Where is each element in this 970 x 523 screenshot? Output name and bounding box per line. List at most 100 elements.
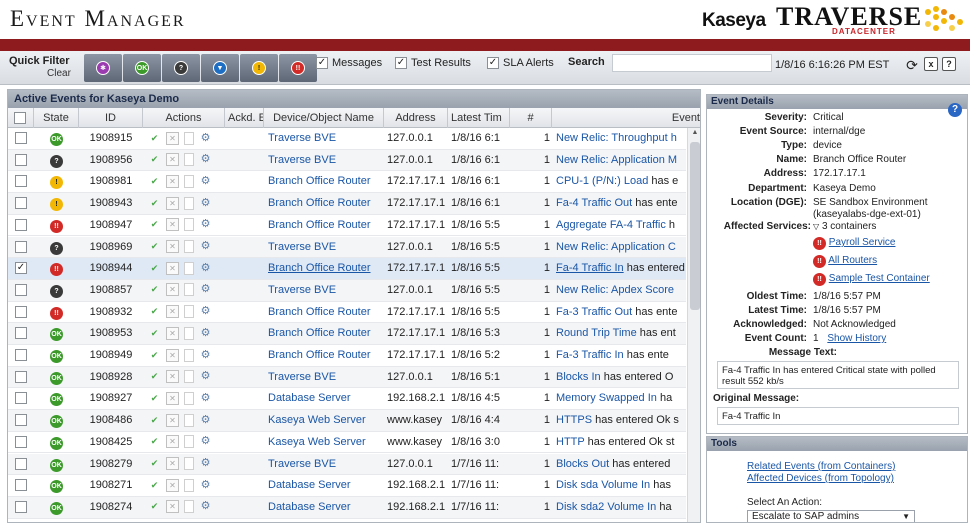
row-select-checkbox[interactable] bbox=[15, 349, 27, 362]
row-device-link[interactable]: Traverse BVE bbox=[268, 128, 384, 149]
row-checkbox[interactable] bbox=[15, 345, 31, 366]
row-checkbox[interactable]: ✓ bbox=[15, 258, 31, 279]
table-row[interactable]: ! 1908943 ✔ ✕ ⚙ Branch Office Router 172.17.17… bbox=[8, 193, 686, 215]
clear-event-icon[interactable]: ✕ bbox=[166, 500, 179, 514]
table-row[interactable]: OK 1908486 ✔ ✕ ⚙ Kaseya Web Server www.kasey 1/… bbox=[8, 410, 686, 432]
row-event-link[interactable]: Fa-3 Traffic In bbox=[556, 349, 624, 361]
row-event-link[interactable]: Round Trip Time bbox=[556, 327, 637, 339]
actions-gear-icon[interactable]: ⚙ bbox=[199, 305, 212, 318]
messages-checkbox[interactable]: ✓ bbox=[316, 57, 328, 69]
acknowledge-icon[interactable]: ✔ bbox=[148, 457, 161, 470]
affected-service-3[interactable]: !! Sample Test Container bbox=[813, 273, 930, 286]
column-count[interactable]: # bbox=[510, 108, 552, 128]
row-event-link[interactable]: Aggregate FA-4 Traffic bbox=[556, 219, 666, 231]
row-select-checkbox[interactable] bbox=[15, 218, 27, 231]
quick-filter-crit-button[interactable]: !! bbox=[279, 54, 317, 82]
clear-event-icon[interactable]: ✕ bbox=[166, 435, 179, 449]
quick-filter-pur-button[interactable]: ✱ bbox=[84, 54, 122, 82]
row-device-link[interactable]: Traverse BVE bbox=[268, 454, 384, 475]
acknowledge-icon[interactable]: ✔ bbox=[148, 262, 161, 275]
clear-event-icon[interactable]: ✕ bbox=[166, 240, 179, 254]
column-event[interactable]: Event bbox=[552, 108, 700, 128]
table-row[interactable]: ! 1908981 ✔ ✕ ⚙ Branch Office Router 172.17.17… bbox=[8, 171, 686, 194]
row-event-link[interactable]: CPU-1 (P/N:) Load bbox=[556, 175, 648, 187]
scroll-up-arrow-icon[interactable]: ▲ bbox=[690, 129, 700, 139]
row-select-checkbox[interactable] bbox=[15, 457, 27, 470]
annotate-icon[interactable] bbox=[184, 305, 194, 319]
select-all-checkbox[interactable] bbox=[14, 112, 26, 125]
row-event-link[interactable]: Disk sda Volume In bbox=[556, 479, 650, 491]
sla-alerts-filter[interactable]: ✓ SLA Alerts bbox=[487, 57, 554, 69]
row-device-link[interactable]: Kaseya Web Server bbox=[268, 432, 384, 453]
search-input[interactable] bbox=[612, 54, 772, 72]
details-help-icon[interactable]: ? bbox=[948, 103, 962, 117]
actions-gear-icon[interactable]: ⚙ bbox=[199, 197, 212, 210]
clear-event-icon[interactable]: ✕ bbox=[166, 261, 179, 275]
row-event-link[interactable]: Fa-4 Traffic Out bbox=[556, 197, 632, 209]
clear-event-icon[interactable]: ✕ bbox=[166, 413, 179, 427]
row-checkbox[interactable] bbox=[15, 150, 31, 171]
row-event-link[interactable]: New Relic: Application C bbox=[556, 241, 676, 253]
row-event-link[interactable]: HTTPS bbox=[556, 414, 592, 426]
actions-gear-icon[interactable]: ⚙ bbox=[199, 327, 212, 340]
refresh-icon[interactable]: ⟳ bbox=[904, 57, 920, 73]
row-device-link[interactable]: Kaseya Web Server bbox=[268, 410, 384, 431]
row-event-link[interactable]: Disk sda2 Volume In bbox=[556, 501, 656, 513]
clear-event-icon[interactable]: ✕ bbox=[166, 391, 179, 405]
quick-filter-info-button[interactable]: ▼ bbox=[201, 54, 239, 82]
affected-service-2[interactable]: !! All Routers bbox=[813, 255, 877, 268]
table-row[interactable]: ? 1908969 ✔ ✕ ⚙ Traverse BVE 127.0.0.1 1/8/16 5… bbox=[8, 236, 686, 259]
actions-gear-icon[interactable]: ⚙ bbox=[199, 218, 212, 231]
column-address[interactable]: Address bbox=[384, 108, 448, 128]
clear-event-icon[interactable]: ✕ bbox=[166, 348, 179, 362]
annotate-icon[interactable] bbox=[184, 478, 194, 492]
row-select-checkbox[interactable] bbox=[15, 305, 27, 318]
annotate-icon[interactable] bbox=[184, 261, 194, 275]
clear-event-icon[interactable]: ✕ bbox=[166, 370, 179, 384]
sla-alerts-checkbox[interactable]: ✓ bbox=[487, 57, 499, 69]
acknowledge-icon[interactable]: ✔ bbox=[148, 370, 161, 383]
row-checkbox[interactable] bbox=[15, 388, 31, 409]
row-event-link[interactable]: New Relic: Application M bbox=[556, 154, 677, 166]
table-row[interactable]: OK 1908425 ✔ ✕ ⚙ Kaseya Web Server www.kasey 1/… bbox=[8, 432, 686, 454]
clear-event-icon[interactable]: ✕ bbox=[166, 218, 179, 232]
clear-event-icon[interactable]: ✕ bbox=[166, 305, 179, 319]
row-device-link[interactable]: Traverse BVE bbox=[268, 280, 384, 301]
row-device-link[interactable]: Database Server bbox=[268, 497, 384, 518]
events-scrollbar[interactable]: ▲ bbox=[687, 128, 700, 522]
row-device-link[interactable]: Branch Office Router bbox=[268, 171, 384, 192]
actions-gear-icon[interactable]: ⚙ bbox=[199, 414, 212, 427]
table-row[interactable]: OK 1908949 ✔ ✕ ⚙ Branch Office Router 172.17.1… bbox=[8, 345, 686, 367]
row-select-checkbox[interactable] bbox=[15, 500, 27, 513]
acknowledge-icon[interactable]: ✔ bbox=[148, 283, 161, 296]
acknowledge-icon[interactable]: ✔ bbox=[148, 132, 161, 145]
row-device-link[interactable]: Database Server bbox=[268, 475, 384, 496]
acknowledge-icon[interactable]: ✔ bbox=[148, 153, 161, 166]
column-acknowledged[interactable]: Ackd. E bbox=[225, 108, 264, 128]
actions-gear-icon[interactable]: ⚙ bbox=[199, 262, 212, 275]
show-history-link[interactable]: Show History bbox=[827, 333, 886, 344]
close-filter-icon[interactable]: x bbox=[924, 57, 938, 71]
acknowledge-icon[interactable]: ✔ bbox=[148, 349, 161, 362]
row-select-checkbox[interactable] bbox=[15, 327, 27, 340]
actions-gear-icon[interactable]: ⚙ bbox=[199, 349, 212, 362]
table-row[interactable]: OK 1908274 ✔ ✕ ⚙ Database Server 192.168.2.1 1/… bbox=[8, 496, 686, 519]
row-event-link[interactable]: Blocks In bbox=[556, 371, 601, 383]
row-checkbox[interactable] bbox=[15, 193, 31, 214]
acknowledge-icon[interactable]: ✔ bbox=[148, 218, 161, 231]
row-checkbox[interactable] bbox=[15, 280, 31, 301]
annotate-icon[interactable] bbox=[184, 413, 194, 427]
row-event-link[interactable]: Memory Swapped In bbox=[556, 392, 657, 404]
row-checkbox[interactable] bbox=[15, 432, 31, 453]
actions-gear-icon[interactable]: ⚙ bbox=[199, 370, 212, 383]
table-row[interactable]: !! 1908947 ✔ ✕ ⚙ Branch Office Router 172.17.1… bbox=[8, 215, 686, 237]
actions-gear-icon[interactable]: ⚙ bbox=[199, 175, 212, 188]
annotate-icon[interactable] bbox=[184, 435, 194, 449]
row-event-link[interactable]: Blocks Out bbox=[556, 458, 609, 470]
column-device[interactable]: Device/Object Name bbox=[264, 108, 384, 128]
help-button-icon[interactable]: ? bbox=[942, 57, 956, 71]
row-device-link[interactable]: Traverse BVE bbox=[268, 237, 384, 258]
row-select-checkbox[interactable] bbox=[15, 283, 27, 296]
clear-event-icon[interactable]: ✕ bbox=[166, 174, 179, 188]
annotate-icon[interactable] bbox=[184, 326, 194, 340]
